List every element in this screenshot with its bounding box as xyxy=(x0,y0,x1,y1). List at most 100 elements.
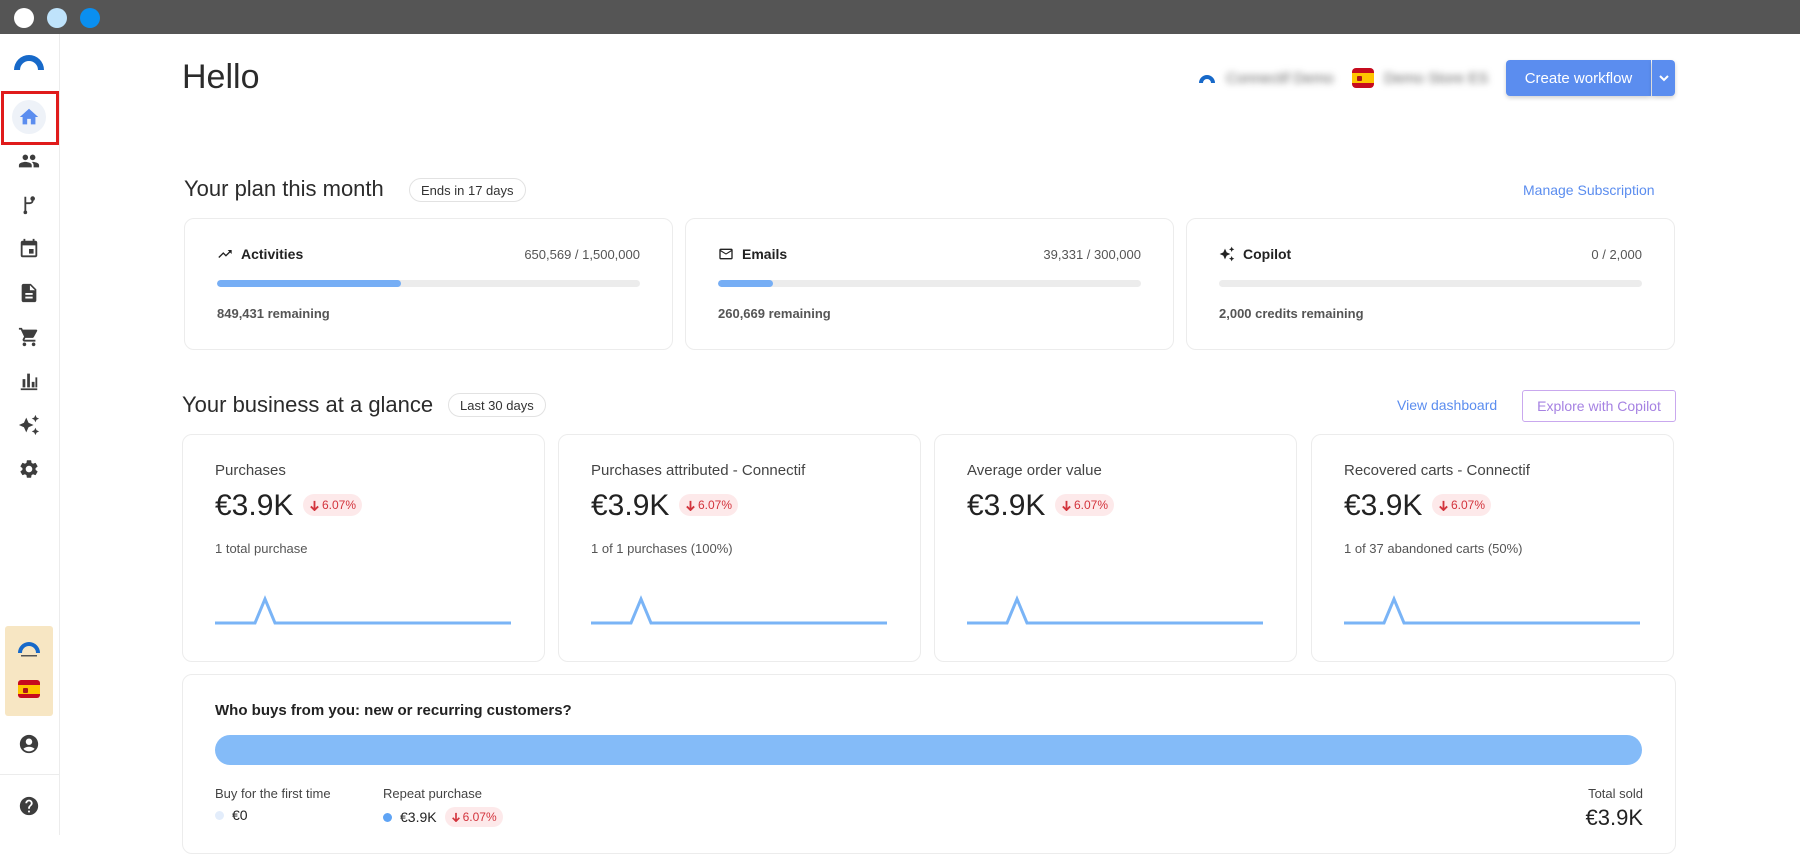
plan-card-name: Copilot xyxy=(1243,246,1292,262)
plan-card-remaining: 2,000 credits remaining xyxy=(1219,306,1364,321)
repeat-label: Repeat purchase xyxy=(383,786,483,801)
plan-card-copilot: Copilot 0 / 2,000 2,000 credits remainin… xyxy=(1186,218,1675,350)
kpi-change-badge: 6.07% xyxy=(679,494,739,516)
kpi-subtext: 1 total purchase xyxy=(215,541,308,556)
total-sold: Total sold €3.9K xyxy=(1586,786,1644,831)
store-name: Demo Store ES xyxy=(1384,69,1489,87)
sidebar-item-analytics[interactable] xyxy=(12,364,46,398)
usage-progress-bar xyxy=(1219,280,1642,287)
first-time-value: €0 xyxy=(232,807,248,823)
contacts-icon xyxy=(18,154,40,168)
document-icon xyxy=(21,283,37,303)
mail-icon xyxy=(719,248,733,260)
calendar-icon xyxy=(20,238,38,258)
arrow-down-icon xyxy=(1062,500,1071,511)
plan-card-usage: 39,331 / 300,000 xyxy=(1043,247,1141,262)
kpi-card-avg-order: Average order value €3.9K 6.07% xyxy=(934,434,1297,662)
sparkle-icon xyxy=(18,414,40,436)
kpi-change-value: 6.07% xyxy=(322,498,357,512)
first-time-buyers: Buy for the first time €0 xyxy=(215,786,331,823)
plan-card-usage: 0 / 2,000 xyxy=(1591,247,1642,262)
kpi-label: Purchases attributed - Connectif xyxy=(591,462,806,479)
store-selector[interactable]: Demo Store ES xyxy=(1352,66,1488,90)
account-icon xyxy=(19,734,39,754)
kpi-sparkline xyxy=(591,595,887,625)
plan-card-name: Emails xyxy=(742,246,788,262)
sidebar-item-contacts[interactable] xyxy=(12,144,46,178)
kpi-change-badge: 6.07% xyxy=(1055,494,1115,516)
arrow-down-icon xyxy=(1439,500,1448,511)
sidebar-item-workflows[interactable] xyxy=(12,188,46,222)
kpi-sparkline xyxy=(215,595,511,625)
total-sold-value: €3.9K xyxy=(1585,805,1644,830)
kpi-card-recovered-carts: Recovered carts - Connectif €3.9K 6.07% … xyxy=(1311,434,1674,662)
usage-progress-bar xyxy=(718,280,1141,287)
help-icon xyxy=(19,796,39,816)
kpi-sparkline xyxy=(1344,595,1640,625)
page-title: Hello xyxy=(182,58,260,96)
plan-card-usage: 650,569 / 1,500,000 xyxy=(524,247,640,262)
create-workflow-dropdown[interactable] xyxy=(1652,60,1675,96)
window-minimize-dot[interactable] xyxy=(47,8,67,28)
plan-card-remaining: 260,669 remaining xyxy=(718,306,831,321)
arrow-down-icon xyxy=(451,812,460,822)
kpi-value: €3.9K xyxy=(967,489,1046,522)
business-section-title: Your business at a glance xyxy=(182,392,434,417)
arrow-down-icon xyxy=(310,500,319,511)
connectif-account-icon xyxy=(1199,75,1215,83)
store-switcher[interactable] xyxy=(5,626,53,716)
gear-icon xyxy=(20,460,38,478)
kpi-card-attributed: Purchases attributed - Connectif €3.9K 6… xyxy=(558,434,921,662)
sidebar-item-copilot[interactable] xyxy=(12,408,46,442)
plan-card-activities: Activities 650,569 / 1,500,000 849,431 r… xyxy=(184,218,673,350)
window-maximize-dot[interactable] xyxy=(80,8,100,28)
trending-icon xyxy=(218,250,232,258)
kpi-change-value: 6.07% xyxy=(1074,498,1109,512)
sidebar-item-account[interactable] xyxy=(12,727,46,761)
sidebar-item-calendar[interactable] xyxy=(12,232,46,266)
connectif-logo-icon[interactable] xyxy=(12,50,46,70)
sidebar-item-help[interactable] xyxy=(12,789,46,823)
buyers-title: Who buys from you: new or recurring cust… xyxy=(215,702,572,719)
repeat-change-value: 6.07% xyxy=(462,810,497,824)
sidebar-item-settings[interactable] xyxy=(12,452,46,486)
kpi-value: €3.9K xyxy=(215,489,294,522)
account-selector[interactable]: Connectif Demo xyxy=(1198,66,1334,90)
chevron-down-icon xyxy=(1658,75,1669,82)
first-time-legend-dot xyxy=(215,810,224,820)
usage-progress-fill xyxy=(718,280,774,287)
kpi-value: €3.9K xyxy=(591,489,670,522)
kpi-change-badge: 6.07% xyxy=(303,494,363,516)
plan-ends-badge: Ends in 17 days xyxy=(409,178,526,202)
plan-section-title: Your plan this month xyxy=(184,176,384,201)
create-workflow-button[interactable]: Create workflow xyxy=(1506,60,1651,96)
sidebar-item-content[interactable] xyxy=(12,276,46,310)
plan-card-name: Activities xyxy=(241,246,304,262)
kpi-change-value: 6.07% xyxy=(1451,498,1486,512)
kpi-subtext: 1 of 1 purchases (100%) xyxy=(591,541,733,556)
plan-card-header: Emails xyxy=(718,246,787,262)
kpi-card-purchases: Purchases €3.9K 6.07% 1 total purchase xyxy=(182,434,545,662)
usage-progress-fill xyxy=(217,280,401,287)
sidebar-item-store[interactable] xyxy=(12,320,46,354)
sidebar-divider xyxy=(0,774,60,775)
view-dashboard-link[interactable]: View dashboard xyxy=(1397,397,1497,413)
explore-copilot-button[interactable]: Explore with Copilot xyxy=(1522,390,1676,422)
buyers-card: Who buys from you: new or recurring cust… xyxy=(182,674,1676,854)
sidebar xyxy=(0,34,60,835)
kpi-label: Recovered carts - Connectif xyxy=(1344,462,1530,479)
manage-subscription-link[interactable]: Manage Subscription xyxy=(1523,182,1655,198)
workflow-icon xyxy=(23,196,35,215)
plan-card-header: Activities xyxy=(217,246,303,262)
sparkle-icon xyxy=(1219,246,1235,262)
kpi-subtext: 1 of 37 abandoned carts (50%) xyxy=(1344,541,1523,556)
kpi-change-badge: 6.07% xyxy=(1432,494,1492,516)
kpi-label: Purchases xyxy=(215,462,286,479)
home-selection-highlight xyxy=(1,91,59,145)
repeat-change-badge: 6.07% xyxy=(444,807,503,827)
usage-progress-bar xyxy=(217,280,640,287)
first-time-value-row: €0 xyxy=(215,807,331,823)
connectif-mini-logo-icon xyxy=(18,642,40,657)
window-close-dot[interactable] xyxy=(14,8,34,28)
repeat-value-row: €3.9K 6.07% xyxy=(383,807,503,827)
